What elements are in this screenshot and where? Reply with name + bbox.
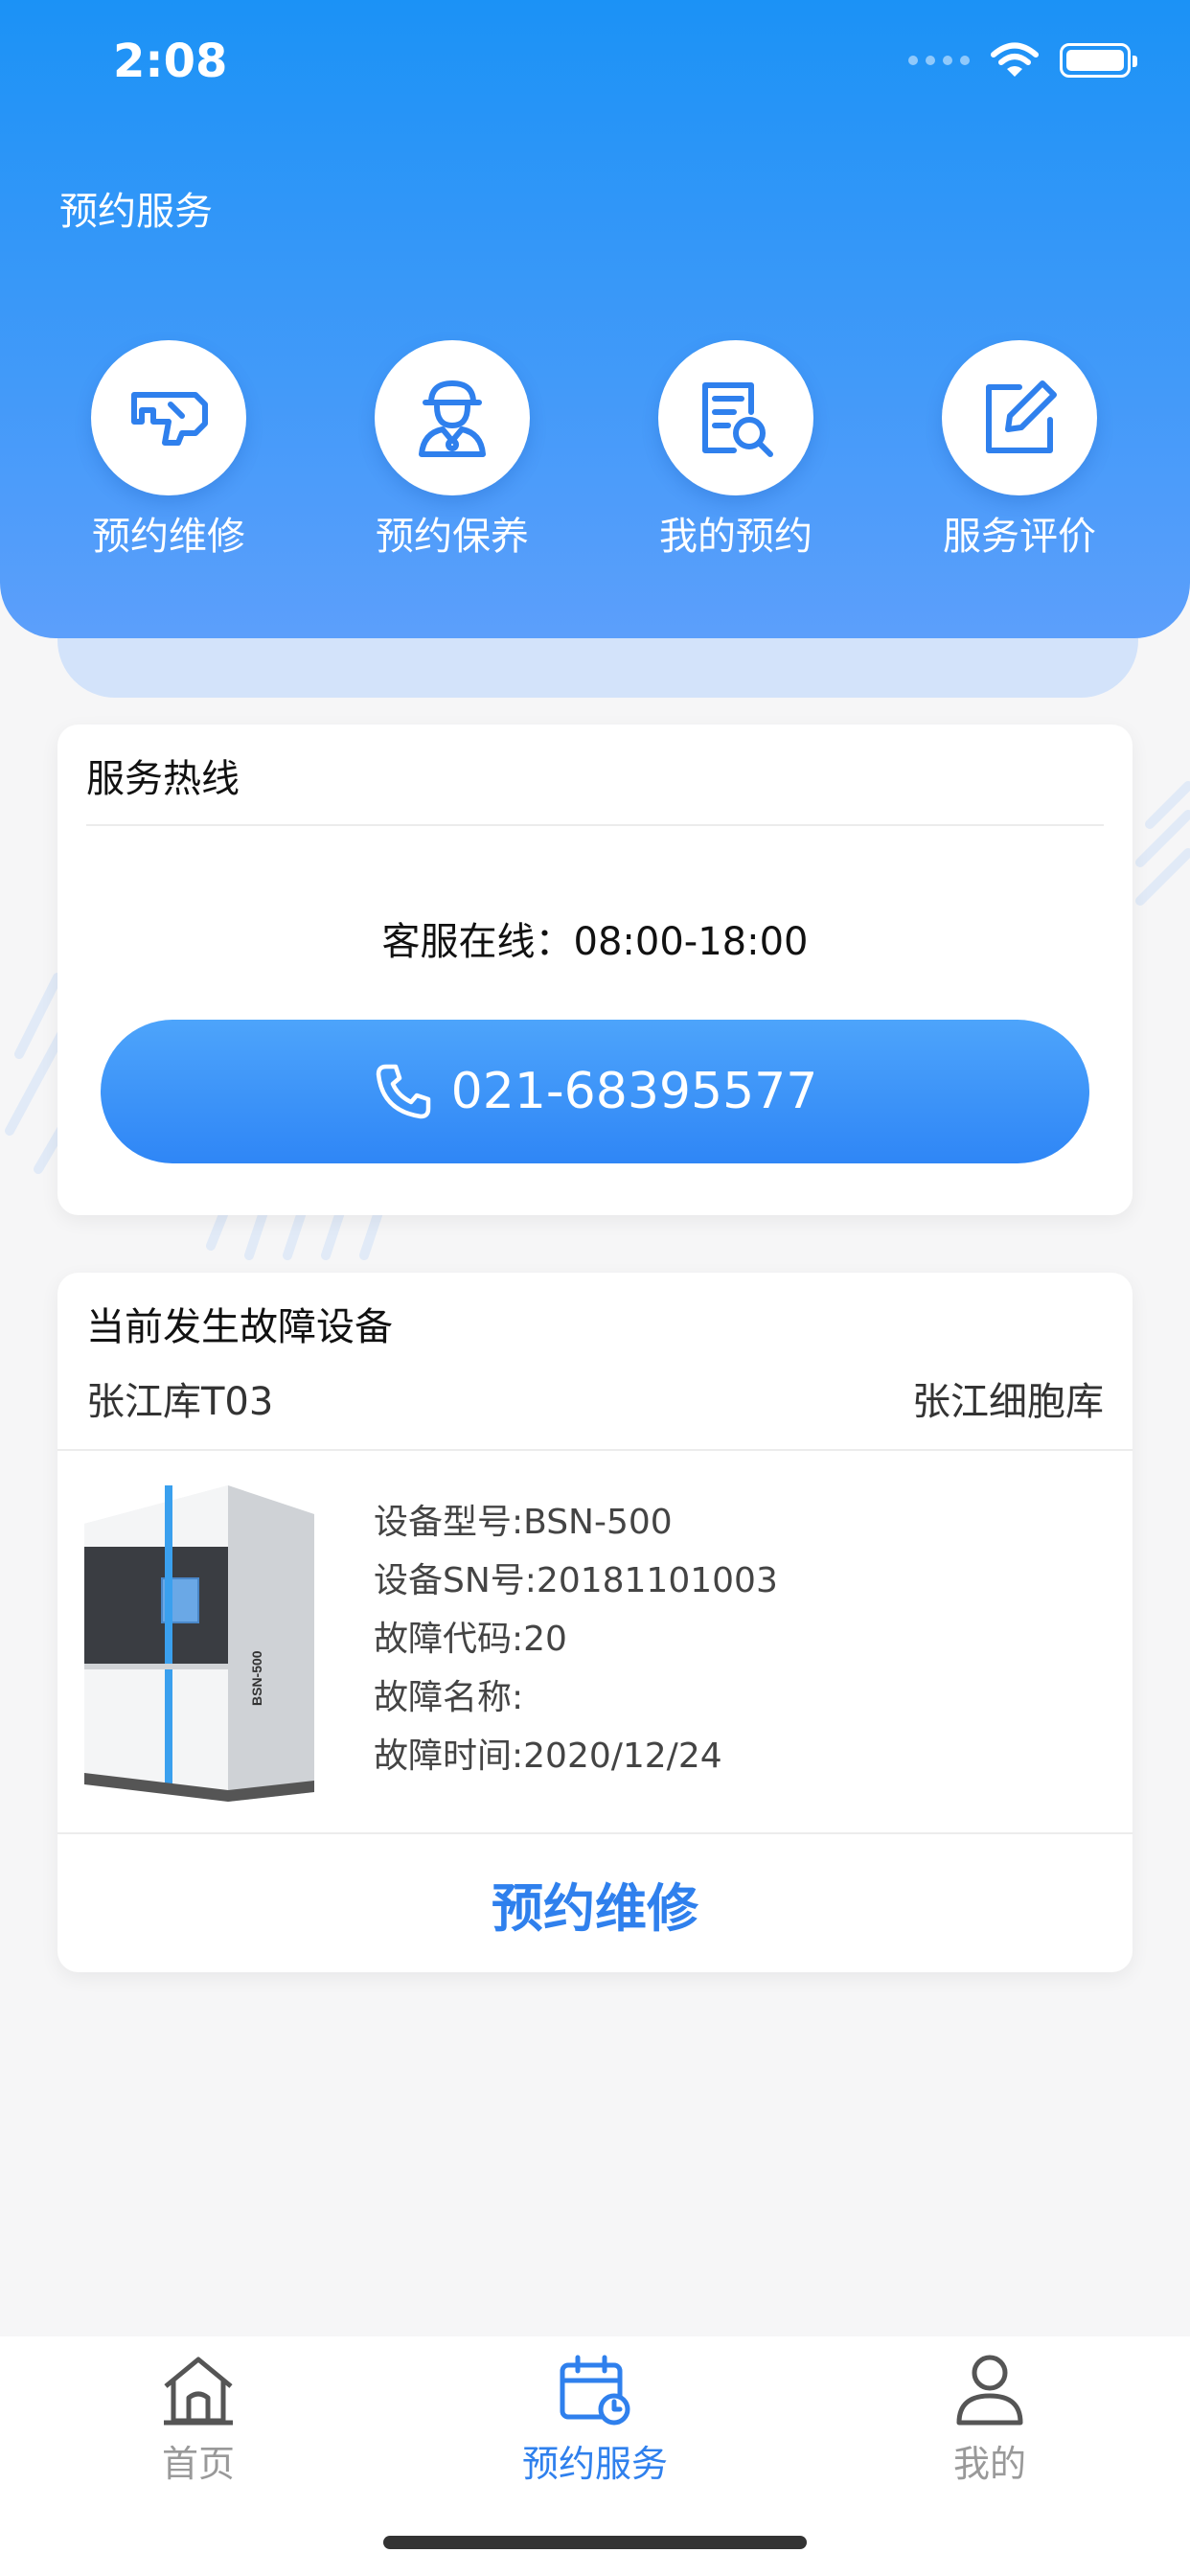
technician-icon xyxy=(419,380,486,457)
tab-home[interactable]: 首页 xyxy=(74,2354,323,2487)
device-image: BSN-500 xyxy=(84,1485,314,1802)
fault-card-title: 当前发生故障设备 xyxy=(86,1305,393,1349)
status-icons xyxy=(908,42,1137,79)
tab-label: 首页 xyxy=(161,2443,235,2485)
quick-action-repair[interactable]: 预约维修 xyxy=(63,340,274,561)
device-model: 设备型号:BSN-500 xyxy=(374,1503,673,1542)
header: 2:08 预约服务 预约维修 预约保养 我的预约 服务评价 xyxy=(0,0,1190,638)
service-hours: 客服在线：08:00-18:00 xyxy=(381,920,809,964)
quick-actions: 预约维修 预约保养 我的预约 服务评价 xyxy=(0,340,1190,561)
fault-name: 故障名称: xyxy=(374,1678,524,1717)
hotline-title: 服务热线 xyxy=(86,757,240,801)
page-title: 预约服务 xyxy=(59,190,213,234)
svg-text:BSN-500: BSN-500 xyxy=(249,1650,264,1706)
call-button[interactable]: 021-68395577 xyxy=(101,1020,1089,1163)
tab-label: 我的 xyxy=(952,2443,1026,2485)
quick-action-label: 我的预约 xyxy=(659,515,812,559)
quick-action-my-bookings[interactable]: 我的预约 xyxy=(630,340,841,561)
user-icon xyxy=(956,2355,1023,2426)
quick-action-rating[interactable]: 服务评价 xyxy=(914,340,1125,561)
drill-icon xyxy=(131,392,208,446)
device-sn: 设备SN号:20181101003 xyxy=(374,1561,778,1600)
tab-mine[interactable]: 我的 xyxy=(865,2354,1114,2487)
divider xyxy=(86,824,1104,826)
device-info: 设备型号:BSN-500 设备SN号:20181101003 故障代码:20 故… xyxy=(374,1493,778,1785)
document-search-icon xyxy=(702,382,773,457)
book-repair-button[interactable]: 预约维修 xyxy=(57,1834,1133,1972)
fault-device-card: 当前发生故障设备 张江库T03 张江细胞库 BSN-500 设备型号:BSN-5… xyxy=(57,1273,1133,1972)
quick-action-label: 预约保养 xyxy=(376,515,529,559)
fault-code: 故障代码:20 xyxy=(374,1620,567,1659)
edit-square-icon xyxy=(986,380,1057,453)
storage-site: 张江细胞库 xyxy=(912,1380,1104,1424)
home-icon xyxy=(164,2357,233,2426)
battery-icon xyxy=(1060,43,1137,78)
quick-action-label: 预约维修 xyxy=(92,515,245,559)
quick-action-label: 服务评价 xyxy=(943,515,1096,559)
home-indicator xyxy=(383,2536,807,2549)
tab-label: 预约服务 xyxy=(521,2443,668,2485)
hotline-card: 服务热线 客服在线：08:00-18:00 021-68395577 xyxy=(57,724,1133,1215)
signal-icon xyxy=(908,56,970,65)
status-time: 2:08 xyxy=(113,34,228,88)
wifi-icon xyxy=(991,42,1039,77)
tab-booking-service[interactable]: 预约服务 xyxy=(470,2354,720,2487)
fault-time: 故障时间:2020/12/24 xyxy=(374,1736,722,1776)
phone-icon xyxy=(376,1064,430,1119)
quick-action-maintenance[interactable]: 预约保养 xyxy=(347,340,558,561)
storage-location: 张江库T03 xyxy=(86,1380,274,1424)
calendar-clock-icon xyxy=(560,2355,630,2426)
divider xyxy=(57,1449,1133,1451)
phone-number: 021-68395577 xyxy=(450,1063,818,1120)
